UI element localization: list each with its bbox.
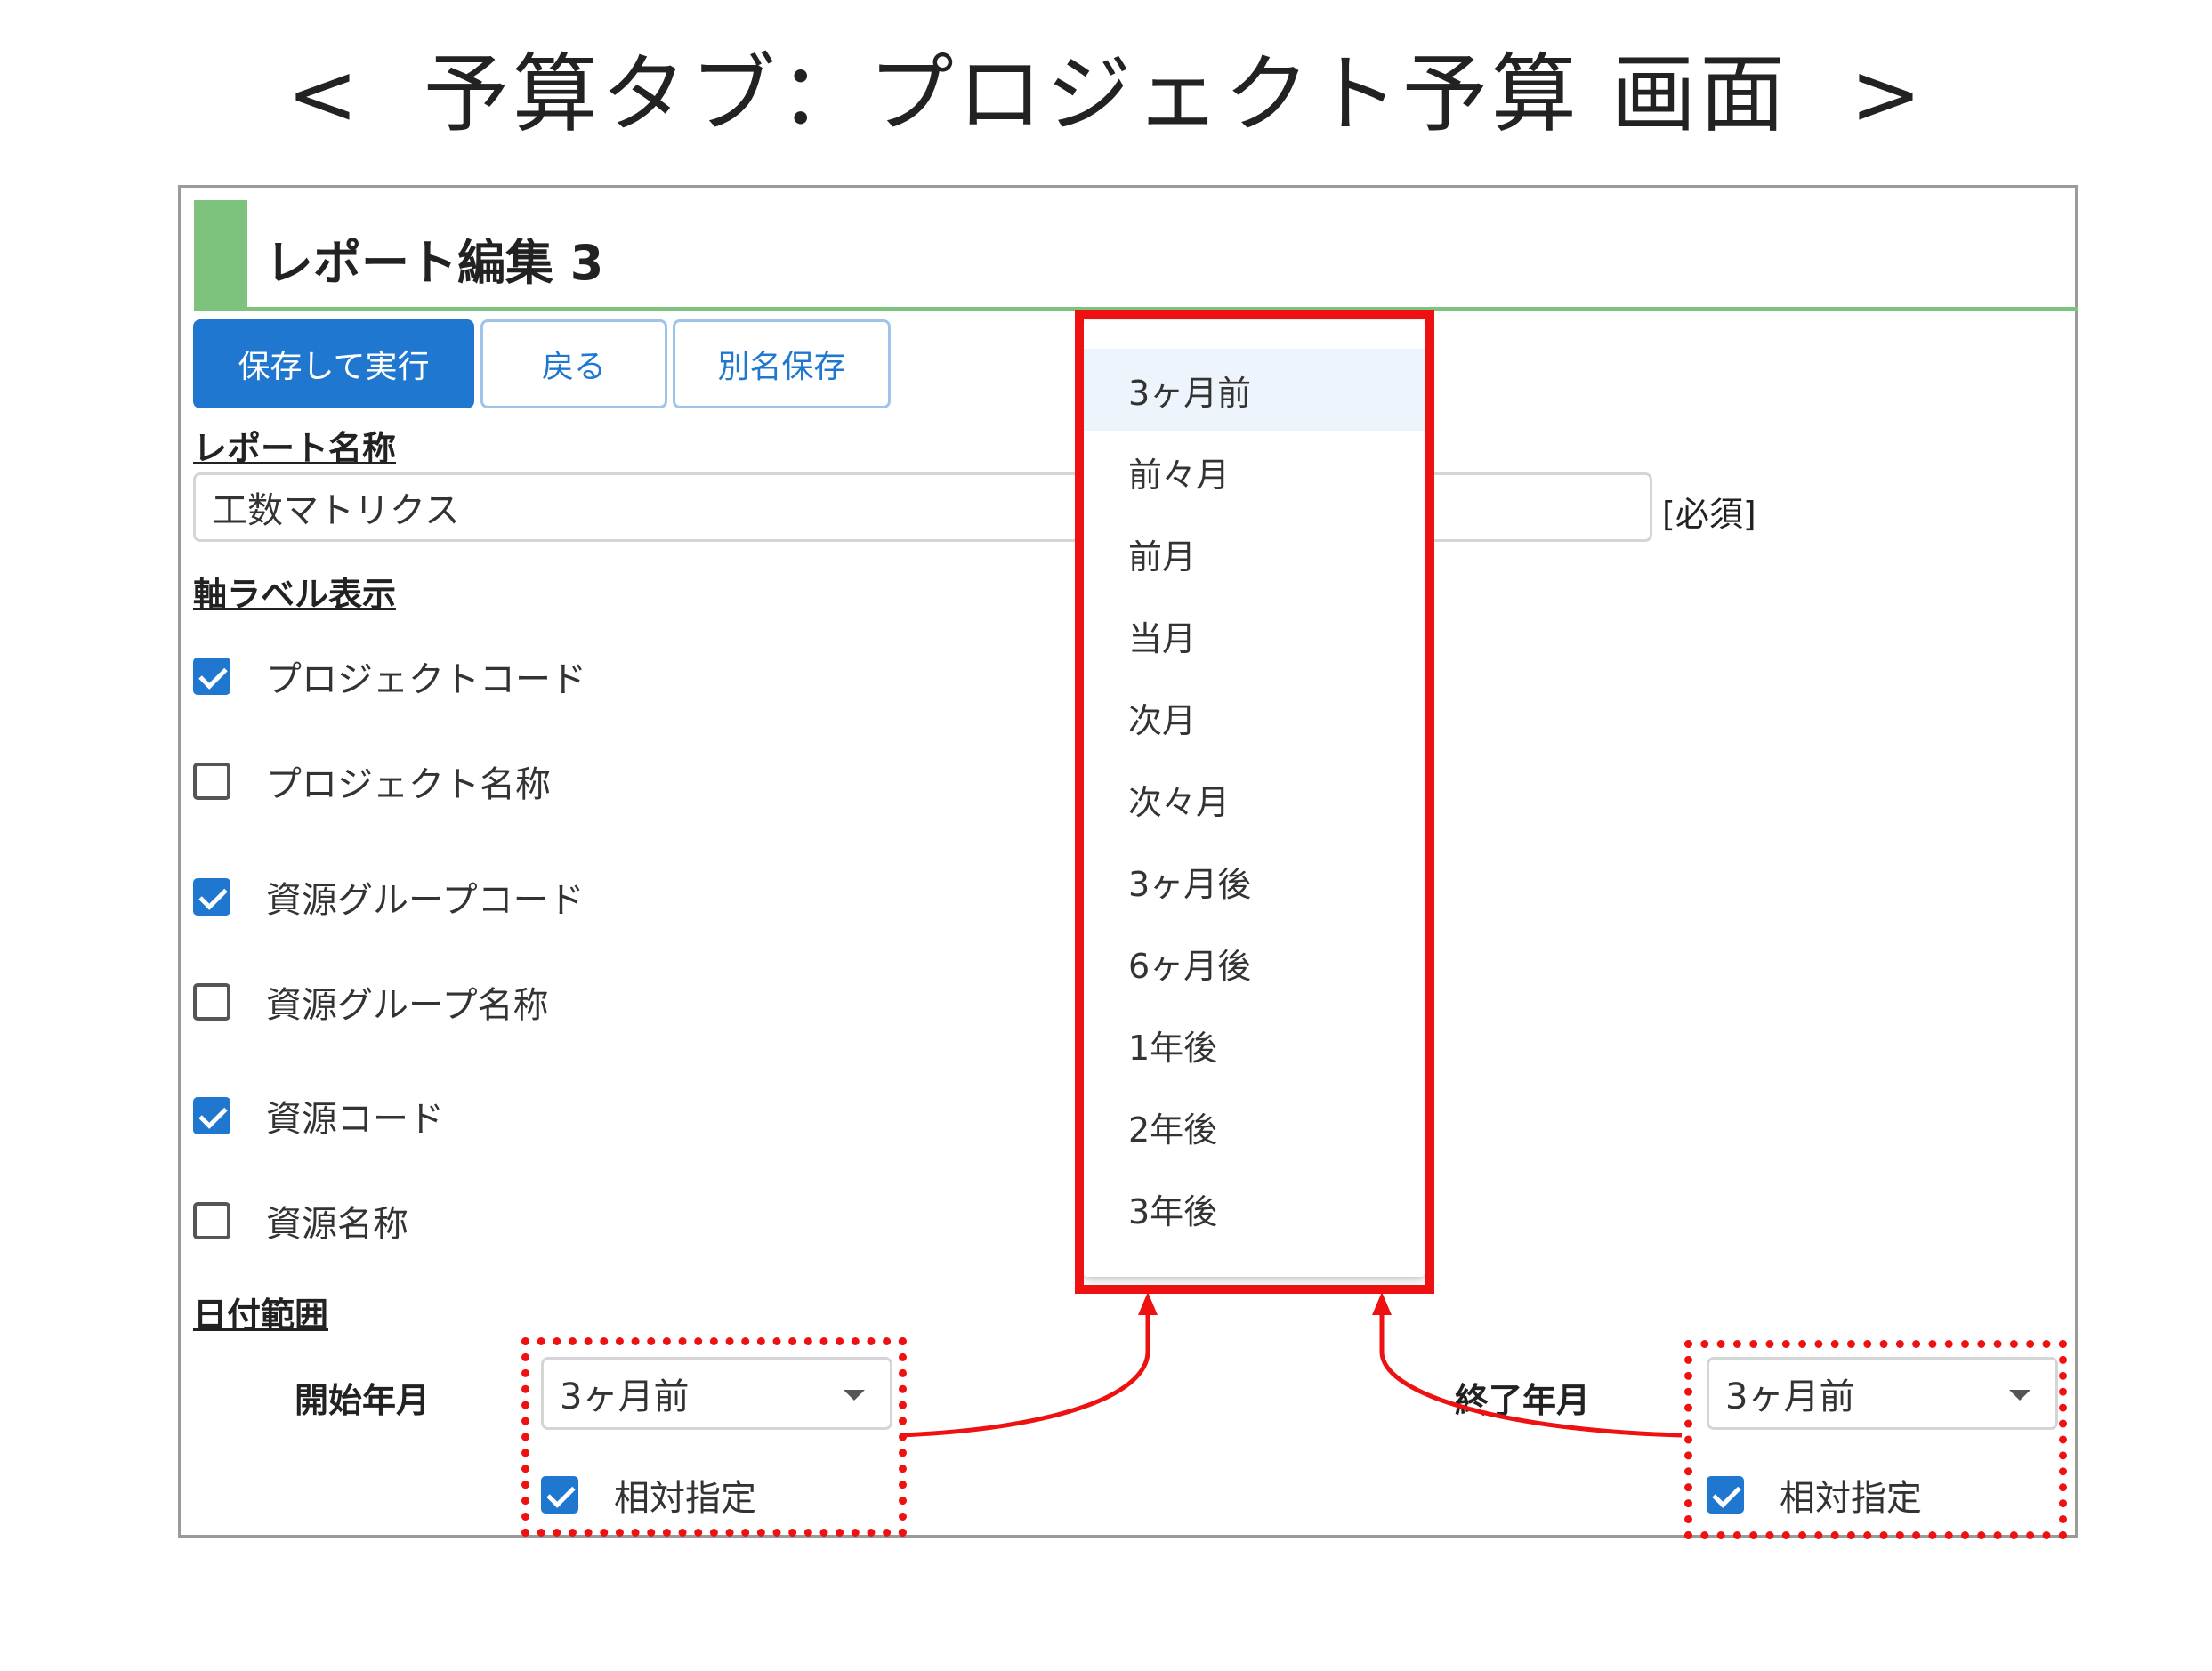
annotation-arrows [900,1292,1683,1438]
start-arrowhead-icon [1138,1292,1158,1315]
start-arrow-line [900,1308,1150,1438]
end-arrowhead-icon [1372,1292,1392,1315]
end-arrow-line [1379,1308,1683,1438]
